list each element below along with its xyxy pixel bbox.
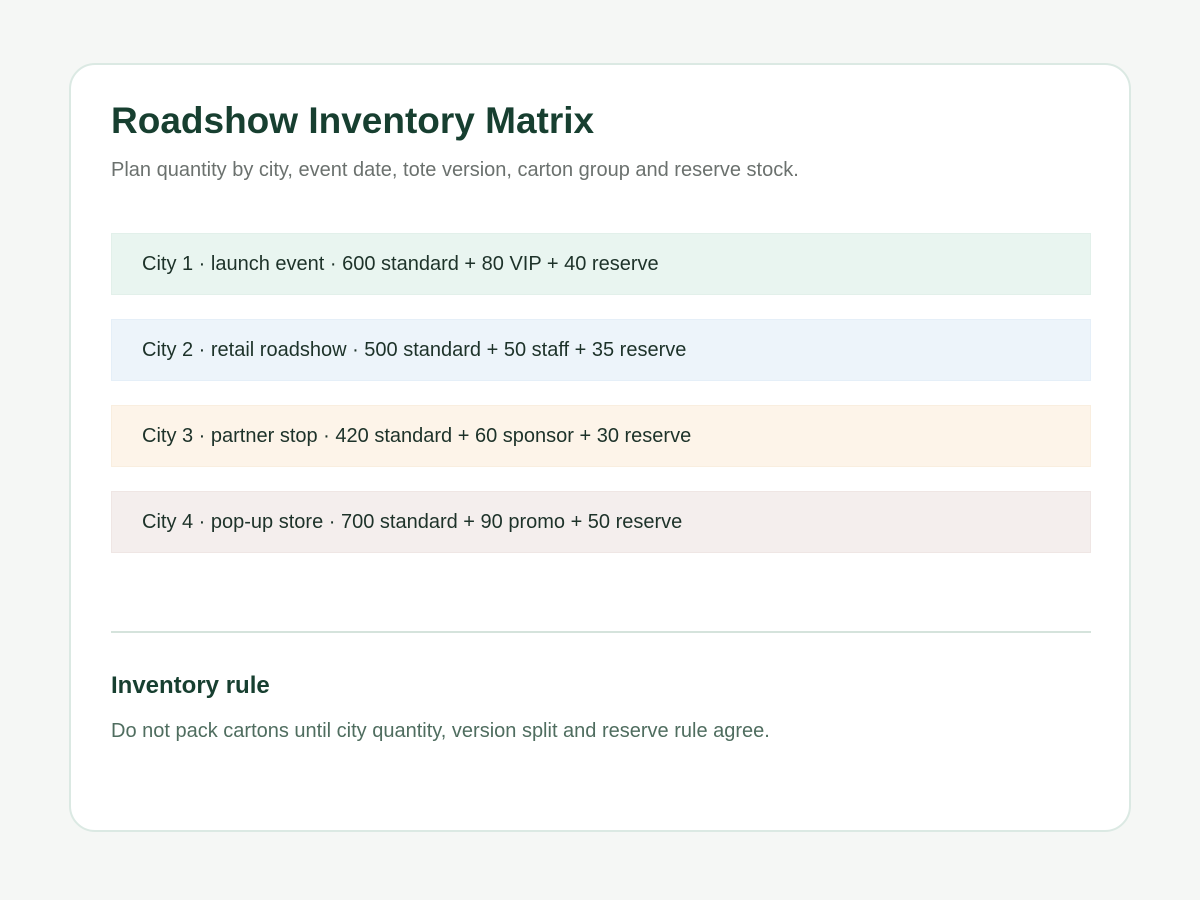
section-divider [111,631,1091,633]
city-row-2: City 2 · retail roadshow · 500 standard … [111,319,1091,381]
rule-heading: Inventory rule [111,672,270,699]
city-row-4: City 4 · pop-up store · 700 standard + 9… [111,491,1091,553]
page-title: Roadshow Inventory Matrix [111,100,595,141]
city-row-1: City 1 · launch event · 600 standard + 8… [111,233,1091,295]
rule-text: Do not pack cartons until city quantity,… [111,720,770,742]
city-list: City 1 · launch event · 600 standard + 8… [111,233,1091,577]
page-subtitle: Plan quantity by city, event date, tote … [111,159,799,181]
city-row-3: City 3 · partner stop · 420 standard + 6… [111,405,1091,467]
inventory-card: Roadshow Inventory Matrix Plan quantity … [69,63,1131,832]
